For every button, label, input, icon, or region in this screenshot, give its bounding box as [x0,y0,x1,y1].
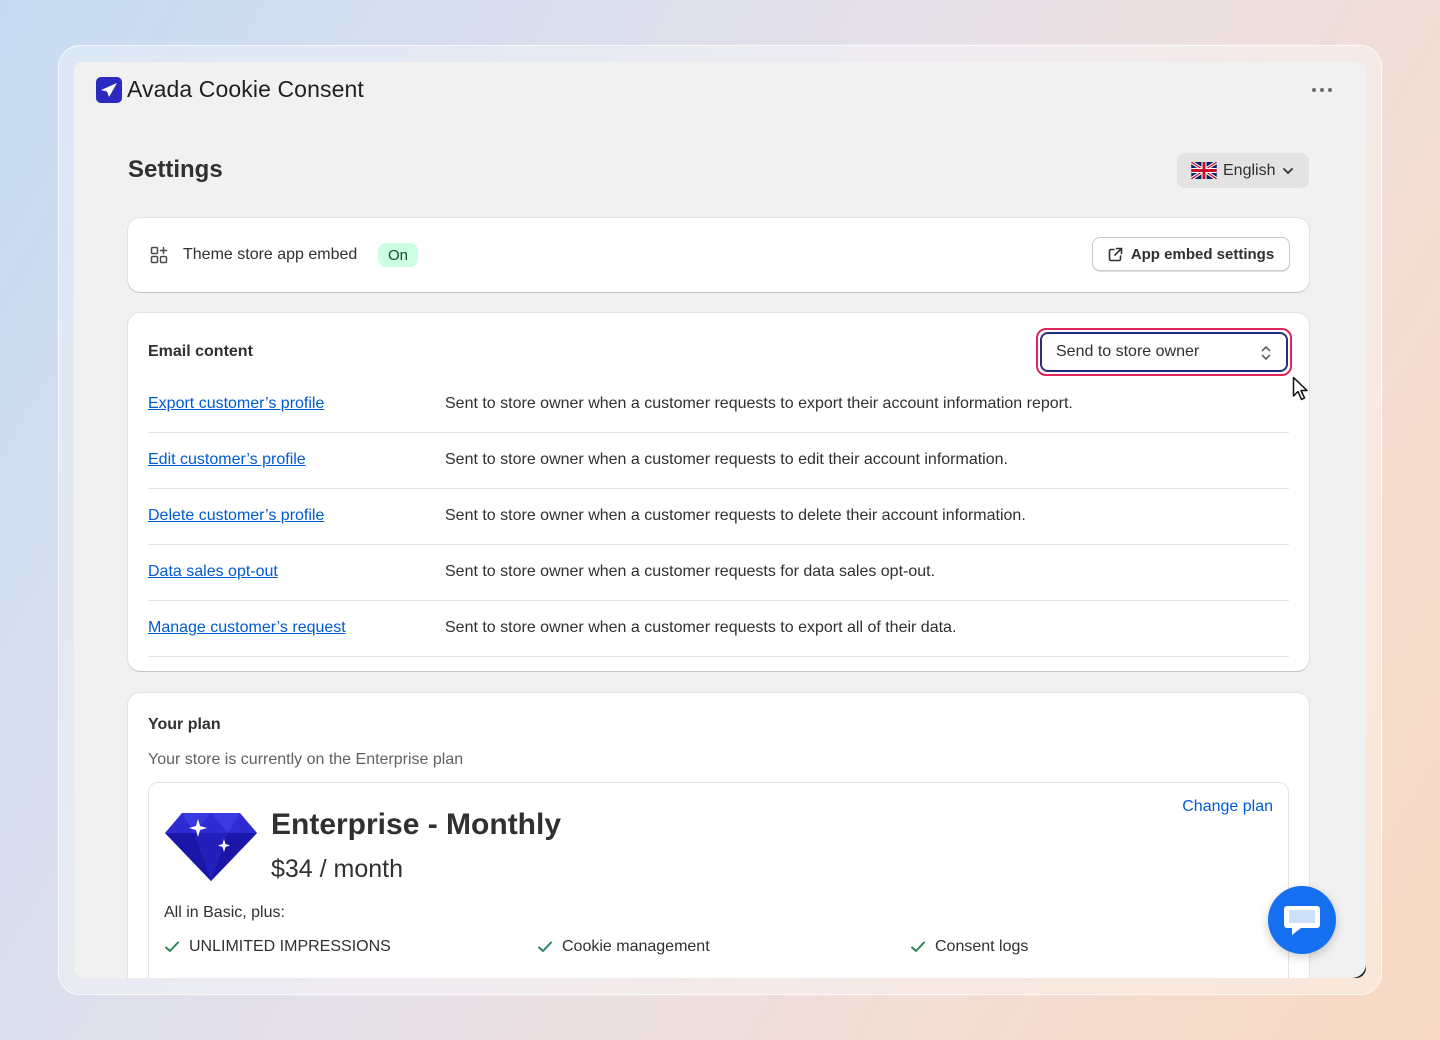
list-item: Delete customer’s profile Sent to store … [148,489,1289,545]
row-description: Sent to store owner when a customer requ… [445,563,936,580]
check-icon [538,941,552,952]
plan-name: Enterprise - Monthly [271,808,562,841]
language-selector[interactable]: English [1177,153,1309,188]
check-icon [165,941,179,952]
plan-heading: Your plan [148,716,221,733]
row-description: Sent to store owner when a customer requ… [445,451,1008,468]
chat-bubble-icon [1284,906,1320,935]
plan-subtitle: Your store is currently on the Enterpris… [148,751,464,768]
change-plan-link[interactable]: Change plan [1182,798,1273,816]
app-embed-settings-label: App embed settings [1130,245,1275,263]
chat-button[interactable] [1268,886,1336,954]
status-badge: On [378,243,419,267]
edit-profile-link[interactable]: Edit customer’s profile [148,451,306,469]
check-icon [911,941,925,952]
recipient-select[interactable]: Send to store owner [1040,332,1288,372]
app-title: Avada Cookie Consent [127,76,364,102]
list-item: Export customer’s profile Sent to store … [148,377,1289,433]
row-description: Sent to store owner when a customer requ… [445,619,957,636]
list-item: Data sales opt-out Sent to store owner w… [148,545,1289,601]
dot-icon [1312,88,1316,92]
row-description: Sent to store owner when a customer requ… [445,507,1026,524]
dot-icon [1328,88,1332,92]
feature-label: Consent logs [935,938,1029,955]
app-logo-icon [96,77,122,103]
email-content-card: Email content Send to store owner Export… [128,313,1309,671]
feature-item: UNLIMITED IMPRESSIONS [164,938,391,956]
recipient-select-value: Send to store owner [1056,343,1200,360]
delete-profile-link[interactable]: Delete customer’s profile [148,507,324,525]
external-link-icon [1108,247,1123,261]
feature-item: Cookie management [537,938,710,956]
plan-details: Enterprise - Monthly $34 / month Change … [148,782,1289,978]
app-window: Avada Cookie Consent Settings English Th… [74,62,1366,978]
embed-label: Theme store app embed [183,246,358,263]
feature-item: Consent logs [910,938,1028,956]
select-arrows-icon [1261,345,1271,361]
chevron-down-icon [1283,167,1294,174]
list-item: Manage customer’s request Sent to store … [148,601,1289,657]
data-sales-opt-out-link[interactable]: Data sales opt-out [148,563,278,581]
export-profile-link[interactable]: Export customer’s profile [148,395,324,413]
app-embed-settings-button[interactable]: App embed settings [1092,237,1290,271]
dot-icon [1320,88,1324,92]
feature-label: UNLIMITED IMPRESSIONS [189,938,391,955]
apps-icon [150,246,168,264]
email-template-list: Export customer’s profile Sent to store … [148,377,1289,657]
app-header: Avada Cookie Consent [74,62,1366,118]
page-title: Settings [128,156,223,183]
recipient-select-focus-ring: Send to store owner [1036,328,1292,376]
diamond-icon [165,813,257,881]
row-description: Sent to store owner when a customer requ… [445,395,1073,412]
plan-includes-label: All in Basic, plus: [164,904,285,921]
manage-request-link[interactable]: Manage customer’s request [148,619,346,637]
app-embed-card: Theme store app embed On App embed setti… [128,218,1309,292]
more-actions-button[interactable] [1306,80,1338,100]
mouse-cursor-icon [1292,376,1308,401]
feature-label: Cookie management [562,938,710,955]
plan-card: Your plan Your store is currently on the… [128,693,1309,978]
window-corner [1352,964,1366,978]
email-content-heading: Email content [148,343,253,360]
uk-flag-icon [1191,162,1217,179]
plan-price: $34 / month [271,855,404,883]
language-label: English [1223,161,1276,179]
list-item: Edit customer’s profile Sent to store ow… [148,433,1289,489]
